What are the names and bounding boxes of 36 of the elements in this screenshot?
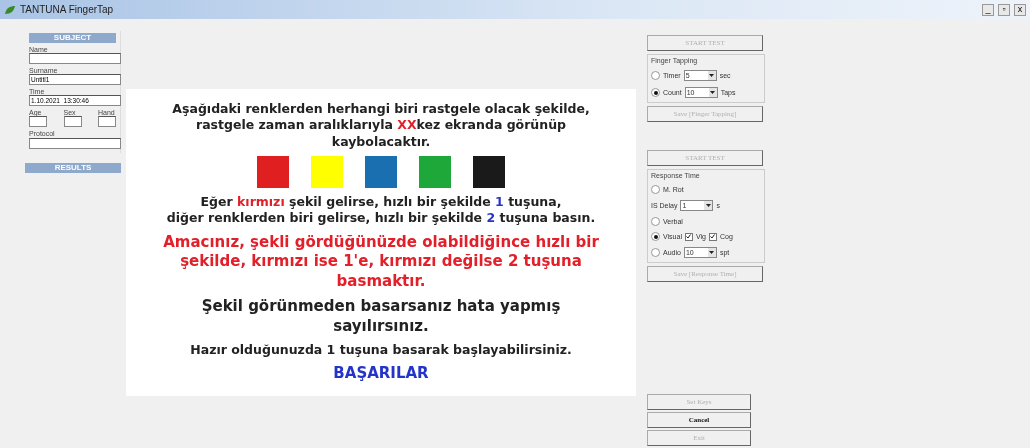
- input-field[interactable]: [29, 53, 121, 64]
- input-field[interactable]: [98, 116, 116, 127]
- instruction-text: BAŞARILAR: [333, 364, 429, 384]
- instruction-text: sayılırsınız.: [332, 316, 430, 337]
- radio-button[interactable]: [651, 232, 660, 241]
- instruction-text: Şekil görünmeden basarsanız hata yapmış: [201, 297, 561, 317]
- checkbox[interactable]: [684, 232, 693, 241]
- checkbox[interactable]: [708, 232, 717, 241]
- section-header: RESULTS: [25, 163, 121, 173]
- window-control[interactable]: _: [982, 3, 994, 16]
- radio-button[interactable]: [651, 88, 660, 97]
- instruction-text: şekilde, kırmızı ise 1'e, kırmızı değilse 2 tuşuna: [179, 252, 583, 272]
- instruction-text: kaybolacaktır.: [330, 133, 432, 150]
- caret-icon: [705, 204, 711, 207]
- window-title: TANTUNA FingerTap: [20, 4, 115, 15]
- radio-button[interactable]: [651, 185, 660, 194]
- radio-button[interactable]: [651, 217, 660, 226]
- radio-button[interactable]: [651, 71, 660, 80]
- instruction-text: Eğer kırmızı şekil gelirse, hızlı bir şekilde 1 tuşuna,: [199, 193, 563, 211]
- caret-icon: [709, 74, 715, 77]
- radio-button[interactable]: [651, 248, 660, 257]
- instruction-text: Hazır olduğunuzda 1 tuşuna basarak başlayabilirsiniz.: [190, 342, 572, 359]
- caret-icon: [710, 91, 716, 94]
- instruction-text: diğer renklerden biri gelirse, hızlı bir şekilde 2 tuşuna basın.: [166, 210, 596, 227]
- input-field[interactable]: [63, 116, 82, 127]
- input-field[interactable]: [29, 138, 121, 149]
- window-control[interactable]: x: [1014, 3, 1026, 16]
- caret-icon: [709, 251, 715, 254]
- window-control[interactable]: ▫: [998, 3, 1010, 16]
- input-field[interactable]: [29, 116, 47, 127]
- instruction-text: Amacınız, şekli gördüğünüzde olabildiğince hızlı bir: [163, 232, 599, 252]
- instruction-text: basmaktır.: [335, 271, 427, 291]
- section-header: SUBJECT: [29, 33, 116, 43]
- instruction-text: rastgele zaman aralıklarıyla XXkez ekranda görünüp: [195, 117, 567, 134]
- instruction-text: Aşağıdaki renklerden herhangi biri rastgele olacak şekilde,: [172, 101, 590, 118]
- leaf-icon: [4, 4, 16, 15]
